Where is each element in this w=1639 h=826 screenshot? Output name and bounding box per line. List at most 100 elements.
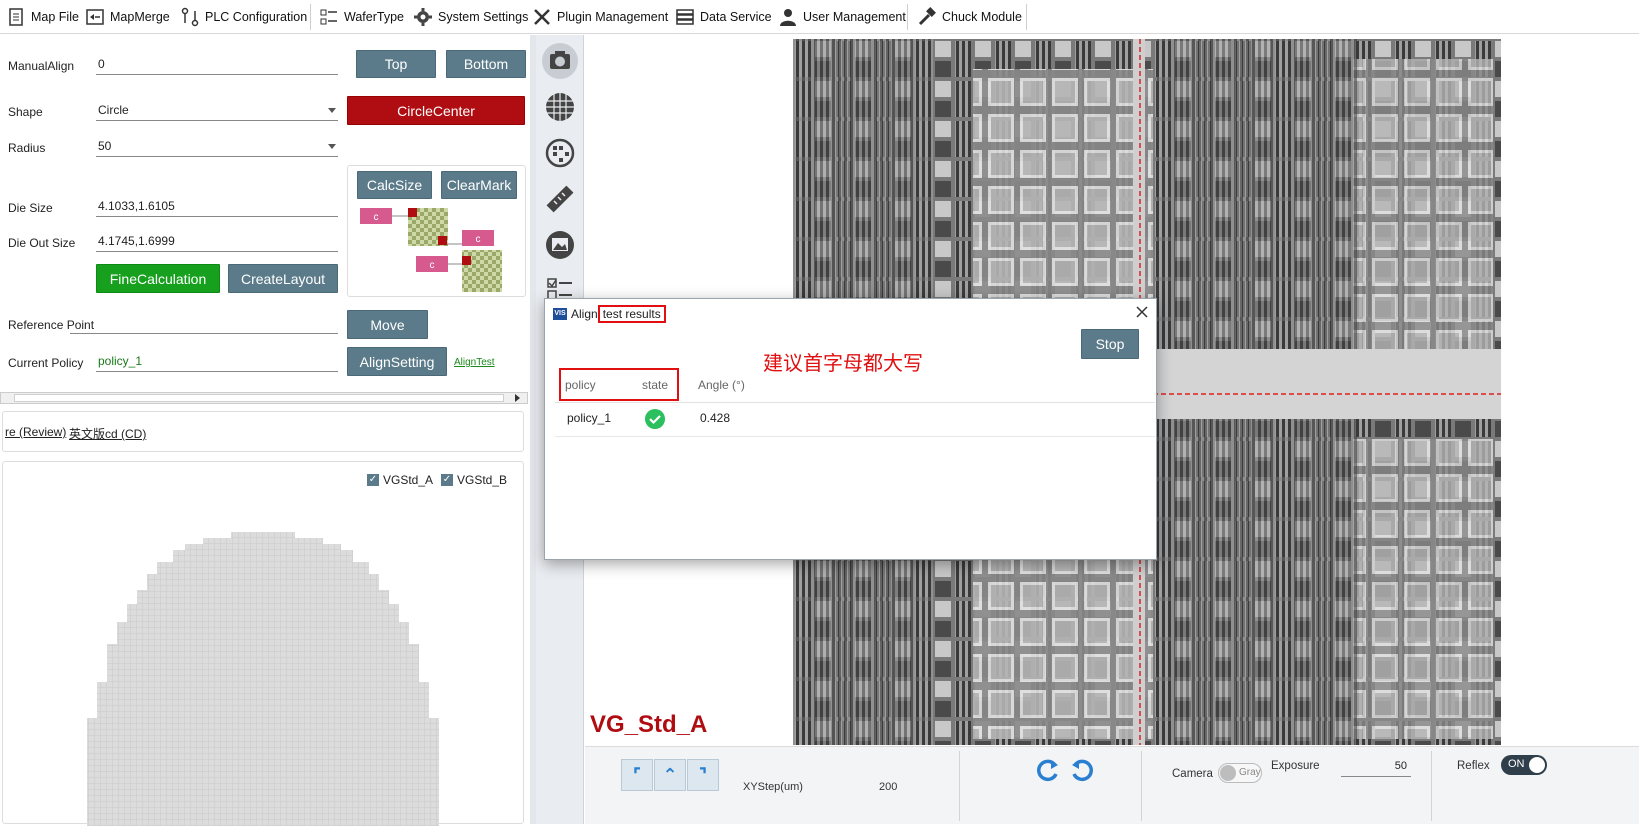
checkbox-check-icon: ✓ — [441, 474, 453, 486]
move-up-right-button[interactable]: ⌝ — [687, 759, 719, 791]
bottom-divider — [1431, 751, 1432, 821]
shape-select-value: Circle — [98, 103, 129, 117]
create-layout-button[interactable]: CreateLayout — [228, 264, 338, 293]
die-layout-diagram: c c c — [360, 208, 502, 292]
die-out-size-field[interactable]: 4.1745,1.6999 — [96, 230, 338, 252]
camera-icon[interactable] — [542, 43, 578, 79]
camera-label: Camera — [1172, 768, 1213, 780]
circle-center-button[interactable]: CircleCenter — [347, 96, 525, 125]
arrow-up-right-icon: ⌝ — [698, 764, 708, 785]
toolbar-item-system-settings[interactable]: System Settings — [413, 5, 528, 29]
database-icon — [676, 9, 694, 25]
gear-icon — [414, 8, 432, 26]
toolbar-item-label: Map File — [31, 10, 79, 24]
toolbar-item-data-service[interactable]: Data Service — [675, 5, 772, 29]
align-test-link[interactable]: AlignTest — [454, 357, 495, 368]
toolbar-item-label: User Management — [803, 10, 906, 24]
fine-calculation-button[interactable]: FineCalculation — [96, 264, 220, 293]
tab-review[interactable]: re (Review) — [5, 425, 66, 439]
stop-button[interactable]: Stop — [1081, 329, 1139, 359]
current-policy-field[interactable]: policy_1 — [96, 350, 338, 372]
toolbar-item-label: Chuck Module — [942, 10, 1022, 24]
manual-align-input[interactable]: 0 — [96, 53, 338, 75]
toolbar-divider — [907, 4, 908, 30]
tab-cd[interactable]: 英文版cd (CD) — [69, 425, 146, 442]
toolbar-item-label: WaferType — [344, 10, 404, 24]
checkbox-vgstd-b[interactable]: ✓ VGStd_B — [441, 473, 507, 487]
toolbar-item-wafertype[interactable]: WaferType — [319, 5, 404, 29]
toolbar-item-map-file[interactable]: Map File — [6, 5, 79, 29]
wafer-map-icon[interactable] — [542, 135, 578, 171]
checkbox-label: VGStd_A — [383, 473, 434, 487]
toolbar-item-mapmerge[interactable]: MapMerge — [85, 5, 170, 29]
user-icon — [780, 9, 796, 26]
die-size-field[interactable]: 4.1033,1.6105 — [96, 195, 338, 217]
document-icon — [9, 8, 23, 26]
toolbar-item-plugin-management[interactable]: Plugin Management — [532, 5, 668, 29]
camera-gray-toggle[interactable]: Gray — [1218, 763, 1262, 783]
xystep-label: XYStep(um) — [743, 781, 803, 793]
dialog-title-prefix: Align — [571, 307, 598, 321]
toolbar-item-chuck-module[interactable]: Chuck Module — [917, 5, 1022, 29]
column-policy: policy — [565, 378, 596, 392]
results-table-header: policy state Angle (°) — [555, 367, 1155, 403]
die-diagram-panel: CalcSize ClearMark c c c — [347, 165, 526, 297]
checkbox-vgstd-a[interactable]: ✓ VGStd_A — [367, 473, 433, 487]
pad-array — [1353, 439, 1493, 739]
reflex-toggle[interactable]: ON — [1501, 755, 1547, 775]
top-button[interactable]: Top — [356, 50, 436, 78]
reflex-toggle-text: ON — [1508, 758, 1525, 770]
horizontal-scrollbar[interactable] — [0, 392, 528, 404]
rotate-right-icon[interactable] — [1069, 757, 1095, 783]
reference-point-input[interactable] — [70, 312, 338, 334]
scroll-right-icon[interactable] — [515, 394, 520, 402]
toolbar-item-user-management[interactable]: User Management — [778, 5, 906, 29]
view-overlay-label: VG_Std_A — [590, 711, 708, 738]
wafer-dies — [87, 532, 439, 826]
bottom-controls: ⌜ ⌃ ⌝ XYStep(um) 200 Camera Gray Exposur… — [585, 746, 1639, 824]
arrow-up-icon: ⌃ — [662, 764, 678, 785]
pad-array — [1353, 59, 1493, 379]
marker-c-text: c — [430, 260, 435, 271]
xystep-value[interactable]: 200 — [879, 781, 897, 793]
clear-mark-button[interactable]: ClearMark — [441, 171, 517, 199]
align-test-results-dialog: VIS Align test results Stop 建议首字母都大写 pol… — [544, 298, 1157, 560]
toolbar-item-label: PLC Configuration — [205, 10, 308, 24]
calc-size-button[interactable]: CalcSize — [357, 171, 432, 199]
arrow-up-left-icon: ⌜ — [632, 764, 642, 785]
toolbar-divider — [310, 4, 311, 30]
exposure-input[interactable]: 50 — [1341, 757, 1411, 777]
table-row[interactable]: policy_1 0.428 — [555, 403, 1155, 437]
toolbar-item-plc-configuration[interactable]: PLC Configuration — [180, 5, 307, 29]
close-icon[interactable] — [1135, 305, 1149, 319]
ruler-icon[interactable] — [542, 181, 578, 217]
camera-toggle-text: Gray — [1239, 767, 1261, 778]
bottom-button[interactable]: Bottom — [446, 50, 526, 78]
success-check-icon — [645, 409, 665, 429]
checkbox-check-icon: ✓ — [367, 474, 379, 486]
toolbar-item-label: MapMerge — [110, 10, 170, 24]
die-size-label: Die Size — [8, 201, 53, 215]
align-setting-button[interactable]: AlignSetting — [347, 347, 447, 376]
radius-select-value: 50 — [98, 139, 112, 153]
image-icon[interactable] — [542, 227, 578, 263]
tools-icon — [534, 9, 550, 25]
move-up-button[interactable]: ⌃ — [654, 759, 686, 791]
scribe-lane-horizontal — [1145, 349, 1501, 419]
main-toolbar: Map File MapMerge PLC Configuration Wafe… — [0, 0, 1639, 34]
plc-icon — [181, 7, 199, 27]
chevron-down-icon — [328, 144, 336, 149]
rotate-left-icon[interactable] — [1035, 757, 1061, 783]
wafer-grid-icon[interactable] — [542, 89, 578, 125]
marker-c-text: c — [374, 212, 379, 223]
dialog-title-bar: VIS Align test results — [553, 305, 666, 323]
mark-point — [408, 208, 417, 217]
left-panel: ManualAlign 0 Top Bottom Shape Circle Ci… — [0, 35, 530, 826]
shape-select[interactable]: Circle — [96, 99, 338, 121]
wafer-map[interactable] — [83, 532, 443, 826]
move-button[interactable]: Move — [347, 310, 428, 339]
move-up-left-button[interactable]: ⌜ — [621, 759, 653, 791]
current-policy-label: Current Policy — [8, 356, 84, 370]
scrollbar-thumb[interactable] — [14, 394, 504, 402]
radius-select[interactable]: 50 — [96, 135, 338, 157]
